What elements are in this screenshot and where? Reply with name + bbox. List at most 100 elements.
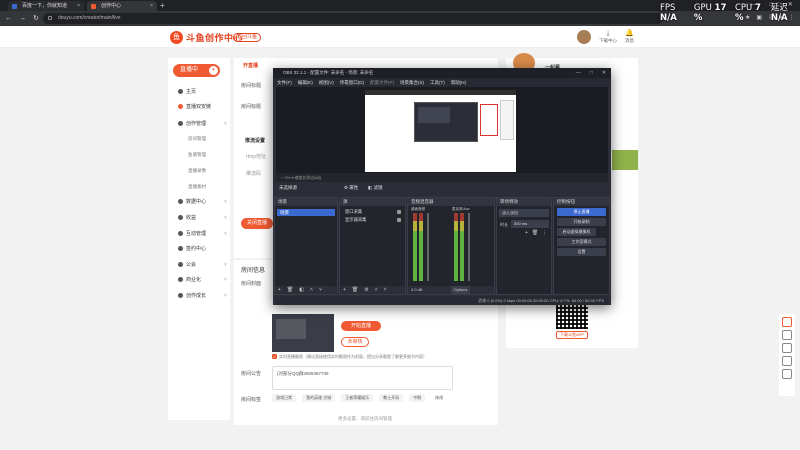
add-icon[interactable]: +: [525, 230, 528, 236]
mixer-options-button[interactable]: Options: [450, 286, 471, 294]
tab-label: 创作中心: [101, 3, 122, 9]
maximize-icon[interactable]: □: [590, 68, 593, 78]
top-icon[interactable]: [782, 369, 792, 379]
sidebar-item-label: 公会: [186, 262, 197, 268]
start-recording-button[interactable]: 开始录制: [557, 218, 606, 226]
menu-docks[interactable]: 停靠窗口(D): [340, 78, 364, 87]
sidebar-item-guild[interactable]: 公会 ˅: [178, 259, 227, 271]
sidebar-sub-material[interactable]: 直播素材: [188, 181, 206, 193]
menu-profile[interactable]: 配置文件(P): [370, 78, 394, 87]
studio-mode-button[interactable]: 工作室模式: [557, 238, 606, 246]
down-icon[interactable]: ˅: [319, 286, 322, 294]
screen-icon[interactable]: [782, 356, 792, 366]
sidebar-item-income[interactable]: 收益 ˅: [178, 212, 227, 224]
virtual-camera-button[interactable]: 启动虚拟摄像机: [557, 228, 596, 236]
reload-icon[interactable]: ↻: [33, 11, 39, 26]
more-settings-link[interactable]: 更多设置，请前往房间管理: [338, 416, 392, 422]
trash-icon[interactable]: 🗑: [532, 230, 538, 236]
qr-code: [556, 303, 588, 329]
dock-footer: + 🗑 ⚙ ˄ ˅: [340, 286, 405, 294]
tag-chip[interactable]: 教士开局: [379, 394, 404, 402]
up-icon[interactable]: ˄: [375, 286, 378, 294]
menu-tools[interactable]: 工具(T): [430, 78, 445, 87]
menu-file[interactable]: 文件(F): [277, 78, 292, 87]
browser-tab-creator[interactable]: 创作中心 ×: [87, 1, 157, 11]
section-tab-live[interactable]: 开直播: [243, 62, 258, 69]
sidebar-item-growth[interactable]: 创作成长 ˅: [178, 290, 227, 302]
volume-slider[interactable]: [427, 213, 429, 281]
cover-image: [276, 319, 306, 339]
back-icon[interactable]: ←: [5, 11, 12, 26]
start-live-button[interactable]: 开始直播: [341, 321, 381, 331]
help-icon[interactable]: [782, 343, 792, 353]
menu-edit[interactable]: 编辑(E): [298, 78, 313, 87]
tag-chip[interactable]: 中期: [409, 394, 426, 402]
sidebar-item-data[interactable]: 数据中心 ˅: [178, 196, 227, 208]
download-center-button[interactable]: ⤓ 下载中心: [599, 30, 617, 44]
trash-icon[interactable]: 🗑: [287, 286, 293, 294]
back-to-douyu-button[interactable]: 返回斗鱼: [233, 33, 261, 42]
properties-button[interactable]: ⚙ 属性: [344, 183, 358, 192]
tag-chip[interactable]: 游戏日常: [272, 394, 296, 402]
sidebar-item-commerce[interactable]: 商业化 ˅: [178, 274, 227, 286]
live-status-button[interactable]: 直播中 ▾: [173, 64, 220, 77]
tag-chip[interactable]: 我的英雄 古城: [302, 394, 336, 402]
cover-status-button[interactable]: 未审核: [341, 337, 369, 347]
preview-browser-bar: [365, 90, 516, 95]
more-icon[interactable]: ⋮: [542, 230, 547, 236]
duration-input[interactable]: 300 ms: [511, 220, 549, 228]
close-live-button[interactable]: 关闭直播: [241, 218, 273, 229]
cover-label: 房间封面: [241, 281, 262, 287]
tag-chip[interactable]: 王者荣耀娱乐: [341, 394, 374, 402]
eye-icon[interactable]: [397, 210, 401, 214]
new-tab-button[interactable]: +: [160, 0, 165, 11]
sidebar-item-home[interactable]: 主页: [178, 86, 196, 98]
add-icon[interactable]: +: [343, 286, 346, 294]
stop-streaming-button[interactable]: 停止直播: [557, 208, 606, 216]
filters-button[interactable]: ◧ 滤镜: [368, 183, 383, 192]
close-tab-icon[interactable]: ×: [77, 1, 80, 11]
messages-button[interactable]: 🔔 消息: [625, 30, 634, 44]
add-icon[interactable]: +: [278, 286, 281, 294]
source-item[interactable]: 窗口采集: [340, 208, 405, 216]
tag-edit-link[interactable]: 修改: [431, 394, 447, 402]
sidebar-sub-pond[interactable]: 鱼塘管理: [188, 149, 206, 161]
filter-icon[interactable]: ◧: [299, 286, 304, 294]
url-field[interactable]: douyu.com/creator/main/live: [43, 13, 663, 24]
promo-image[interactable]: [612, 150, 638, 170]
sidebar-sub-room[interactable]: 房间管理: [188, 133, 206, 145]
eye-icon[interactable]: [397, 218, 401, 222]
trash-icon[interactable]: 🗑: [352, 286, 358, 294]
sidebar-item-live-safety[interactable]: 直播双安链: [178, 101, 211, 113]
checkbox-checked-icon[interactable]: ✓: [272, 354, 277, 359]
volume-slider[interactable]: [468, 213, 470, 281]
obs-zoom-bar[interactable]: ○ 0% ▾ 缩放比例(自动): [276, 173, 608, 182]
qr-caption[interactable]: 下载斗鱼APP: [556, 331, 589, 339]
browser-tab-baidu[interactable]: 百度一下，你就知道 ×: [8, 1, 84, 11]
menu-view[interactable]: 视图(V): [319, 78, 334, 87]
up-icon[interactable]: ˄: [310, 286, 313, 294]
feedback-icon[interactable]: [782, 317, 792, 327]
close-icon[interactable]: ✕: [602, 68, 606, 78]
obs-titlebar[interactable]: OBS 32.1.1 - 配置文件: 未命名 - 场景: 未命名 — □ ✕: [273, 68, 611, 78]
menu-help[interactable]: 帮助(H): [451, 78, 466, 87]
gear-icon[interactable]: ⚙: [364, 286, 368, 294]
chat-icon[interactable]: [782, 330, 792, 340]
scene-item[interactable]: 场景: [277, 209, 335, 216]
menu-scene-collection[interactable]: 场景集合(S): [400, 78, 424, 87]
avatar[interactable]: [577, 30, 591, 44]
sidebar-sub-replay[interactable]: 直播录像: [188, 165, 206, 177]
cover-thumbnail[interactable]: [272, 314, 334, 352]
close-tab-icon[interactable]: ×: [150, 1, 153, 11]
cpu-label: CPU: [734, 3, 753, 13]
minimize-icon[interactable]: —: [576, 68, 581, 78]
transition-select[interactable]: 淡入淡出: [499, 209, 549, 217]
sidebar-item-interaction[interactable]: 互动管理 ˅: [178, 228, 227, 240]
announce-textarea[interactable]: (对部分QQ群2809467739: [272, 366, 453, 390]
down-icon[interactable]: ˅: [384, 286, 387, 294]
settings-button[interactable]: 设置: [557, 248, 606, 256]
forward-icon[interactable]: →: [19, 11, 26, 26]
sidebar-item-content[interactable]: 创作管理 ˄: [178, 118, 227, 130]
sidebar-item-contract[interactable]: 签约中心: [178, 243, 206, 255]
source-item[interactable]: 显示器采集: [340, 216, 405, 224]
